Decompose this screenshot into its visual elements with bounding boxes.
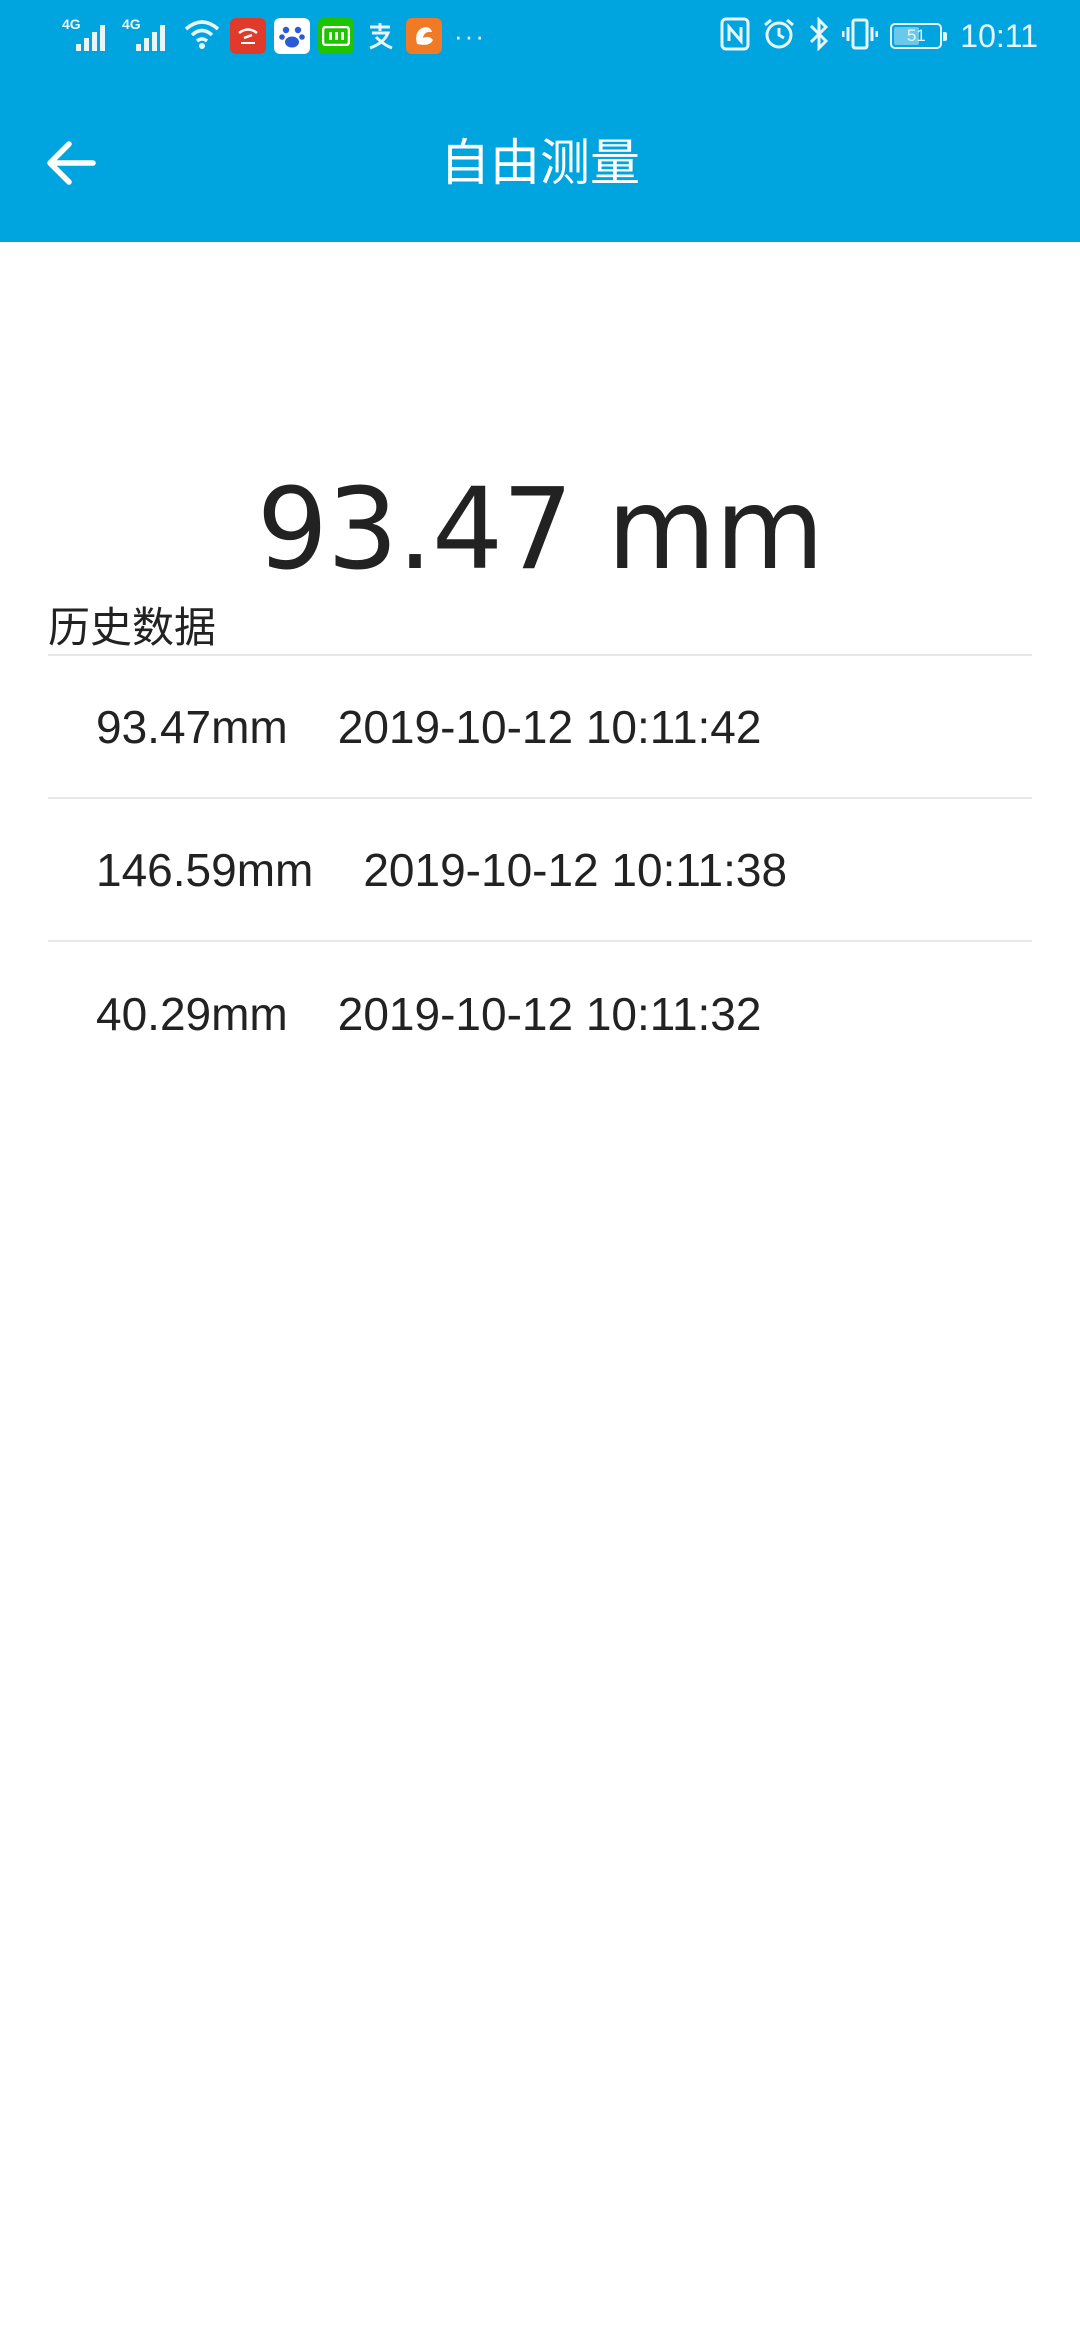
history-item-value: 40.29mm — [96, 987, 288, 1040]
history-item[interactable]: 40.29mm 2019-10-12 10:11:32 — [48, 942, 1032, 1085]
history-list: 93.47mm 2019-10-12 10:11:42 146.59mm 201… — [48, 654, 1032, 1085]
status-clock: 10:11 — [960, 17, 1038, 54]
history-item-timestamp: 2019-10-12 10:11:32 — [337, 987, 762, 1040]
browser-app-icon — [406, 18, 442, 54]
history-section-title: 历史数据 — [48, 603, 217, 652]
cellular-signal-2-icon: 4G — [122, 16, 174, 56]
alipay-app-icon — [362, 18, 398, 54]
page-title: 自由测量 — [440, 134, 640, 192]
history-item-timestamp: 2019-10-12 10:11:38 — [363, 843, 788, 896]
history-item-value: 93.47mm — [96, 700, 288, 753]
nfc-icon — [720, 17, 750, 55]
alarm-icon — [762, 17, 796, 55]
paw-app-icon — [274, 18, 310, 54]
status-bar: 4G 4G ··· 51 10:11 — [0, 0, 1080, 72]
battery-level-label: 51 — [906, 26, 926, 45]
video-app-icon — [318, 18, 354, 54]
bluetooth-icon — [808, 16, 830, 55]
app-notification-red-icon — [230, 18, 266, 54]
app-bar: 自由测量 — [0, 72, 1080, 242]
history-item-timestamp: 2019-10-12 10:11:42 — [337, 700, 762, 753]
current-measurement: 93.47 mm — [256, 465, 824, 595]
vibrate-icon — [841, 17, 879, 55]
battery-icon: 51 — [890, 23, 948, 49]
status-left-group: 4G 4G ··· — [62, 14, 486, 58]
cellular-signal-1-icon: 4G — [62, 16, 114, 56]
more-notifications-icon: ··· — [454, 21, 486, 51]
status-right-group: 51 10:11 — [720, 14, 1038, 58]
history-item[interactable]: 93.47mm 2019-10-12 10:11:42 — [48, 656, 1032, 799]
wifi-icon — [182, 17, 222, 55]
history-item-value: 146.59mm — [96, 843, 314, 896]
history-item[interactable]: 146.59mm 2019-10-12 10:11:38 — [48, 799, 1032, 942]
